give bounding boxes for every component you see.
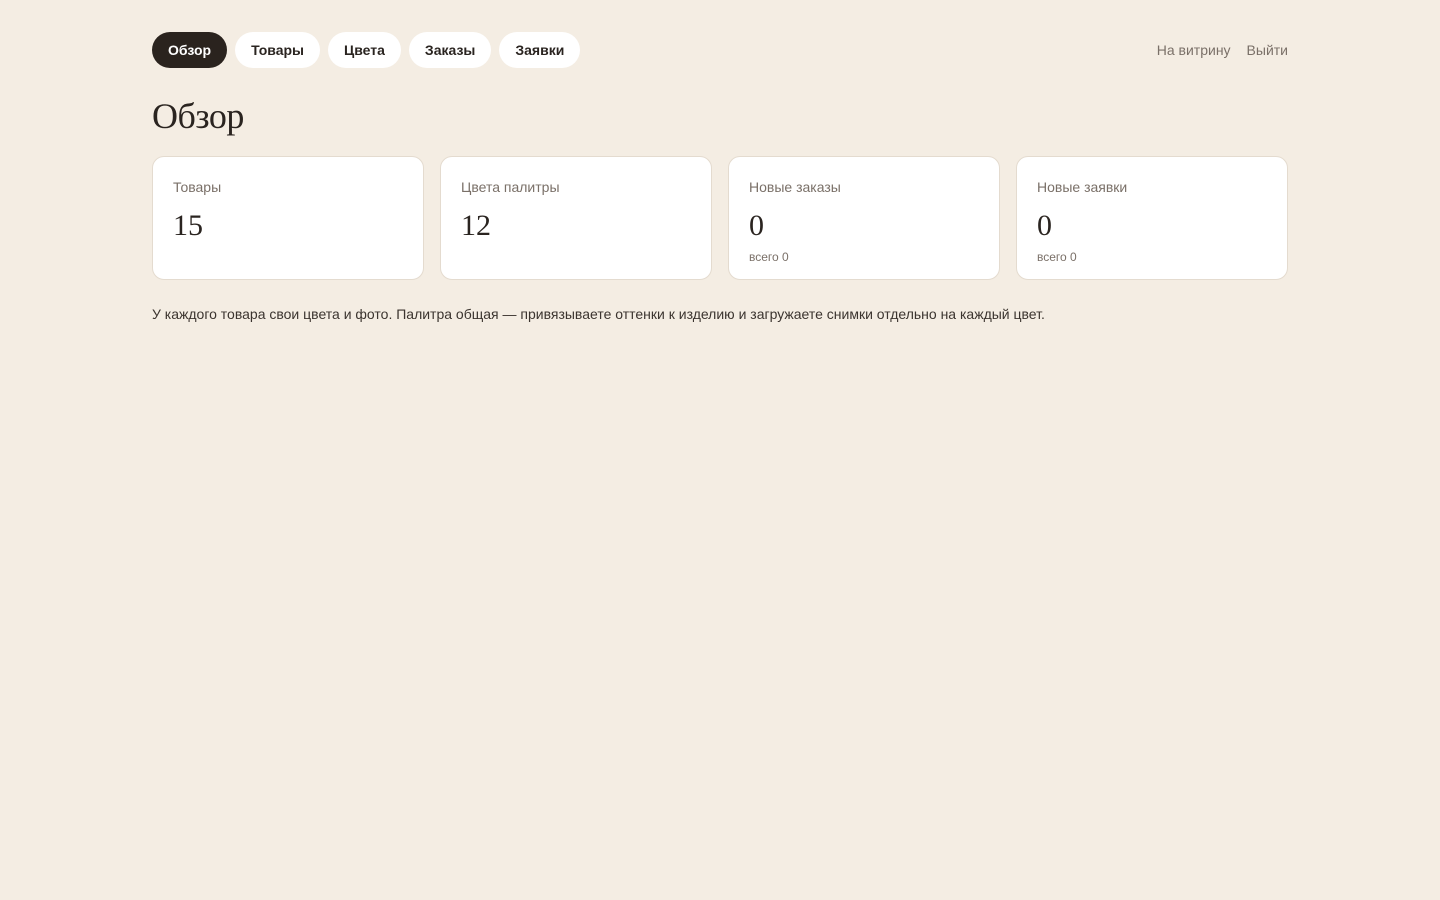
stat-label: Новые заявки	[1037, 179, 1128, 195]
nav-tab-orders[interactable]: Заказы	[408, 32, 492, 68]
stat-total: всего 0	[1037, 250, 1077, 264]
stat-value: 0	[749, 209, 764, 242]
stat-card-new-requests: Новые заявки 0 всего 0	[1016, 156, 1288, 280]
page-title: Обзор	[152, 96, 244, 136]
nav-tab-products[interactable]: Товары	[235, 32, 321, 68]
stat-card-palette-colors: Цвета палитры 12	[440, 156, 712, 280]
stats-cards: Товары 15 Цвета палитры 12 Новые заказы …	[152, 156, 1288, 280]
admin-page: Обзор Товары Цвета Заказы Заявки На витр…	[152, 0, 1288, 324]
stat-value: 0	[1037, 209, 1052, 242]
stat-card-products: Товары 15	[152, 156, 424, 280]
main-nav: Обзор Товары Цвета Заказы Заявки	[152, 32, 581, 68]
storefront-link[interactable]: На витрину	[1157, 42, 1231, 58]
header-links: На витрину Выйти	[1157, 42, 1288, 58]
nav-tab-requests[interactable]: Заявки	[499, 32, 581, 68]
nav-tab-colors[interactable]: Цвета	[328, 32, 401, 68]
stat-total: всего 0	[749, 250, 789, 264]
stat-value: 15	[173, 209, 203, 242]
top-bar: Обзор Товары Цвета Заказы Заявки На витр…	[152, 32, 1288, 68]
nav-tab-overview[interactable]: Обзор	[152, 32, 228, 68]
info-note: У каждого товара свои цвета и фото. Пали…	[152, 306, 1045, 322]
stat-card-new-orders: Новые заказы 0 всего 0	[728, 156, 1000, 280]
stat-label: Товары	[173, 179, 222, 195]
stat-label: Цвета палитры	[461, 179, 560, 195]
stat-value: 12	[461, 209, 491, 242]
logout-link[interactable]: Выйти	[1247, 42, 1288, 58]
stat-label: Новые заказы	[749, 179, 841, 195]
